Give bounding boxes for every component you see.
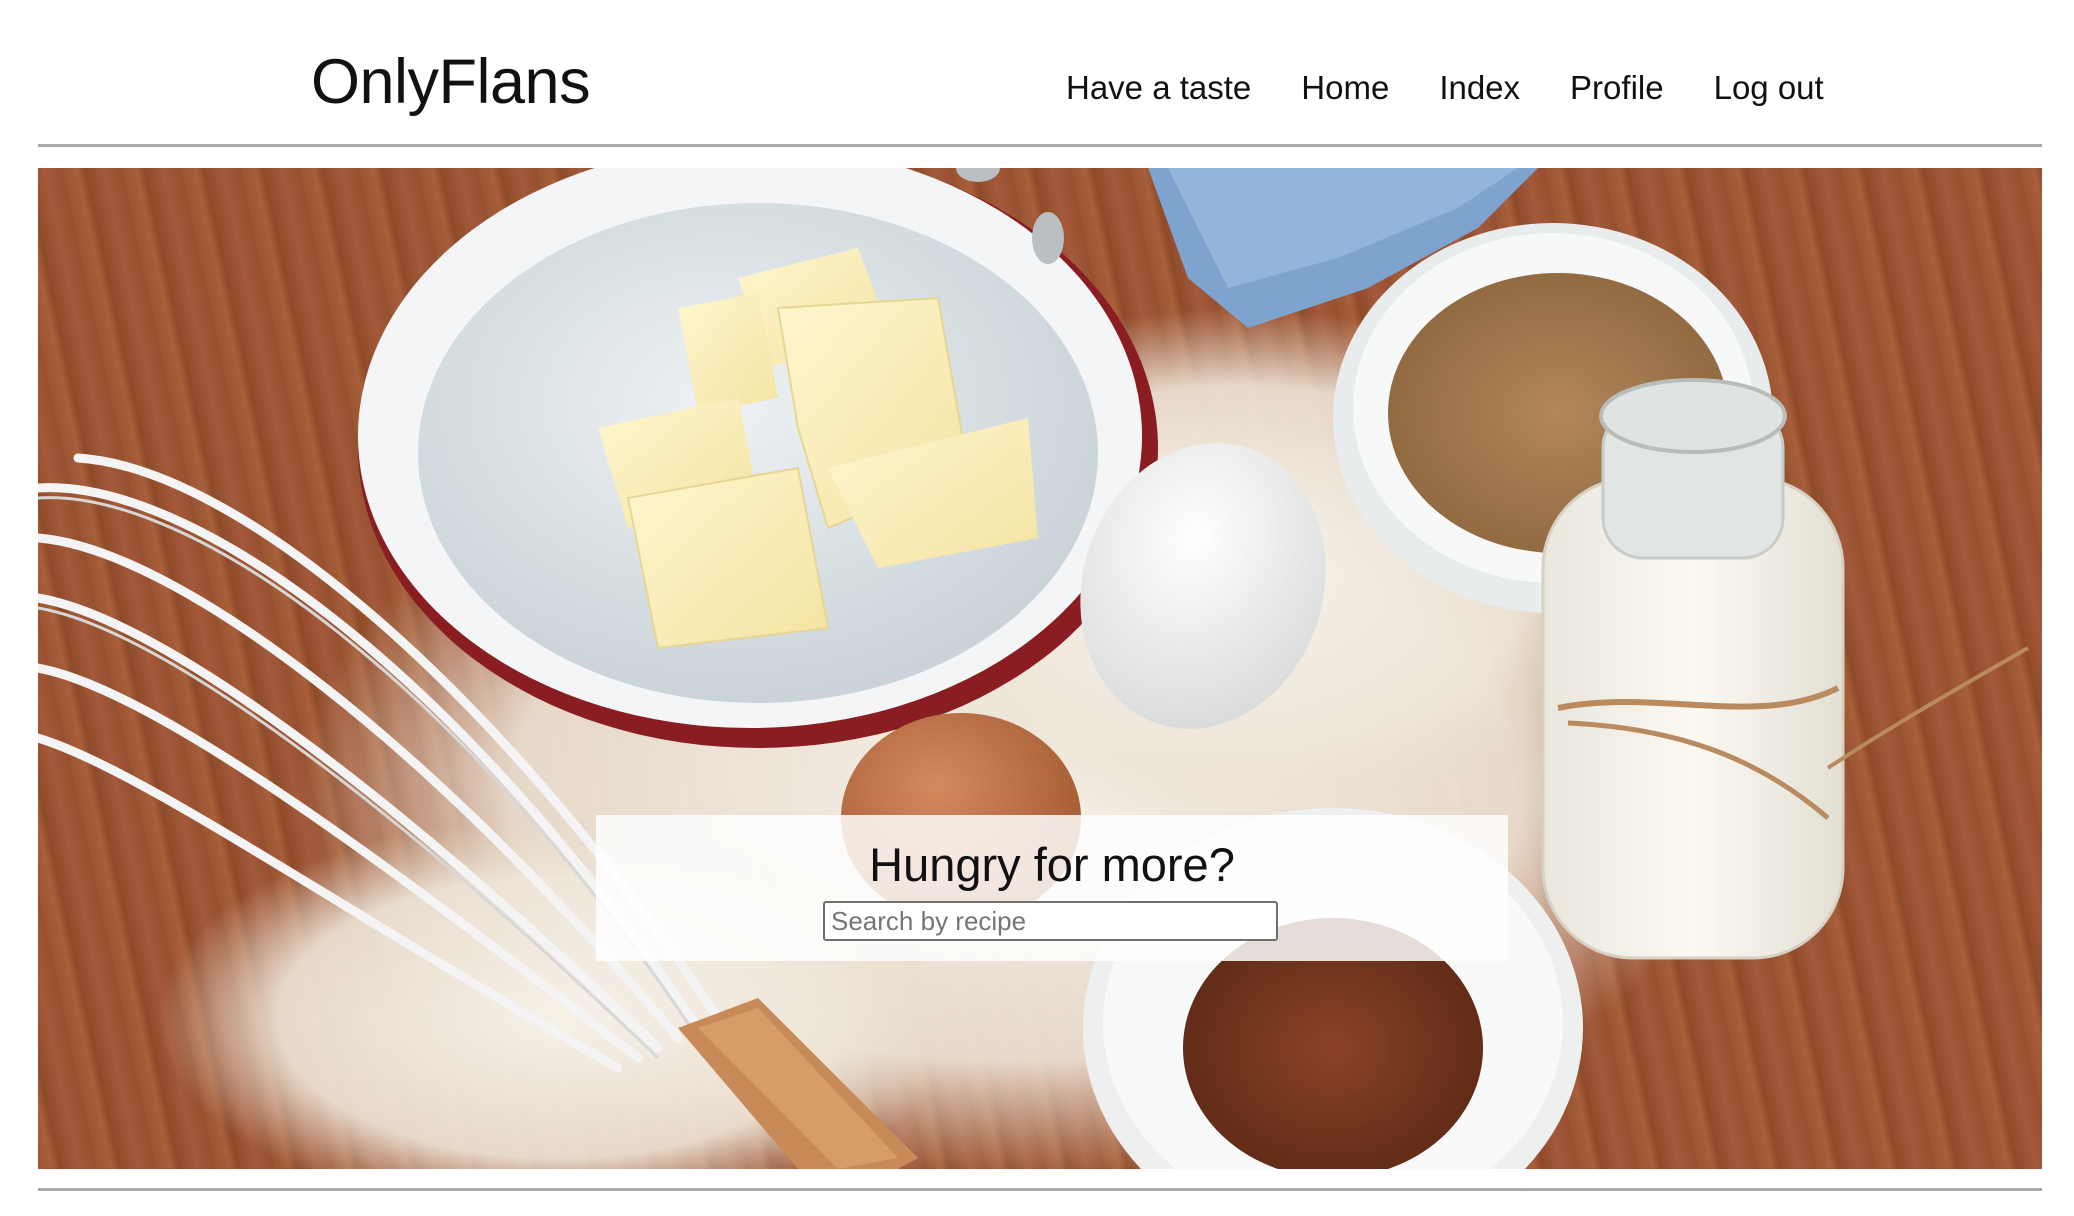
hero-banner: Hungry for more? (38, 168, 2042, 1169)
main-nav: Have a taste Home Index Profile Log out (1066, 66, 1824, 110)
header-divider (38, 144, 2042, 147)
footer-divider (38, 1188, 2042, 1191)
navbar: OnlyFlans Have a taste Home Index Profil… (0, 0, 2074, 145)
recipe-search-input[interactable] (823, 901, 1278, 941)
nav-link-have-a-taste[interactable]: Have a taste (1066, 69, 1251, 107)
baking-ingredients-photo (38, 168, 2029, 1169)
nav-link-home[interactable]: Home (1301, 69, 1389, 107)
page: OnlyFlans Have a taste Home Index Profil… (0, 0, 2074, 1216)
brand-logo-link[interactable]: OnlyFlans (311, 46, 591, 118)
nav-link-index[interactable]: Index (1439, 69, 1520, 107)
nav-link-profile[interactable]: Profile (1570, 69, 1664, 107)
nav-link-log-out[interactable]: Log out (1714, 69, 1824, 107)
search-card: Hungry for more? (596, 815, 1508, 961)
search-heading: Hungry for more? (869, 838, 1235, 891)
